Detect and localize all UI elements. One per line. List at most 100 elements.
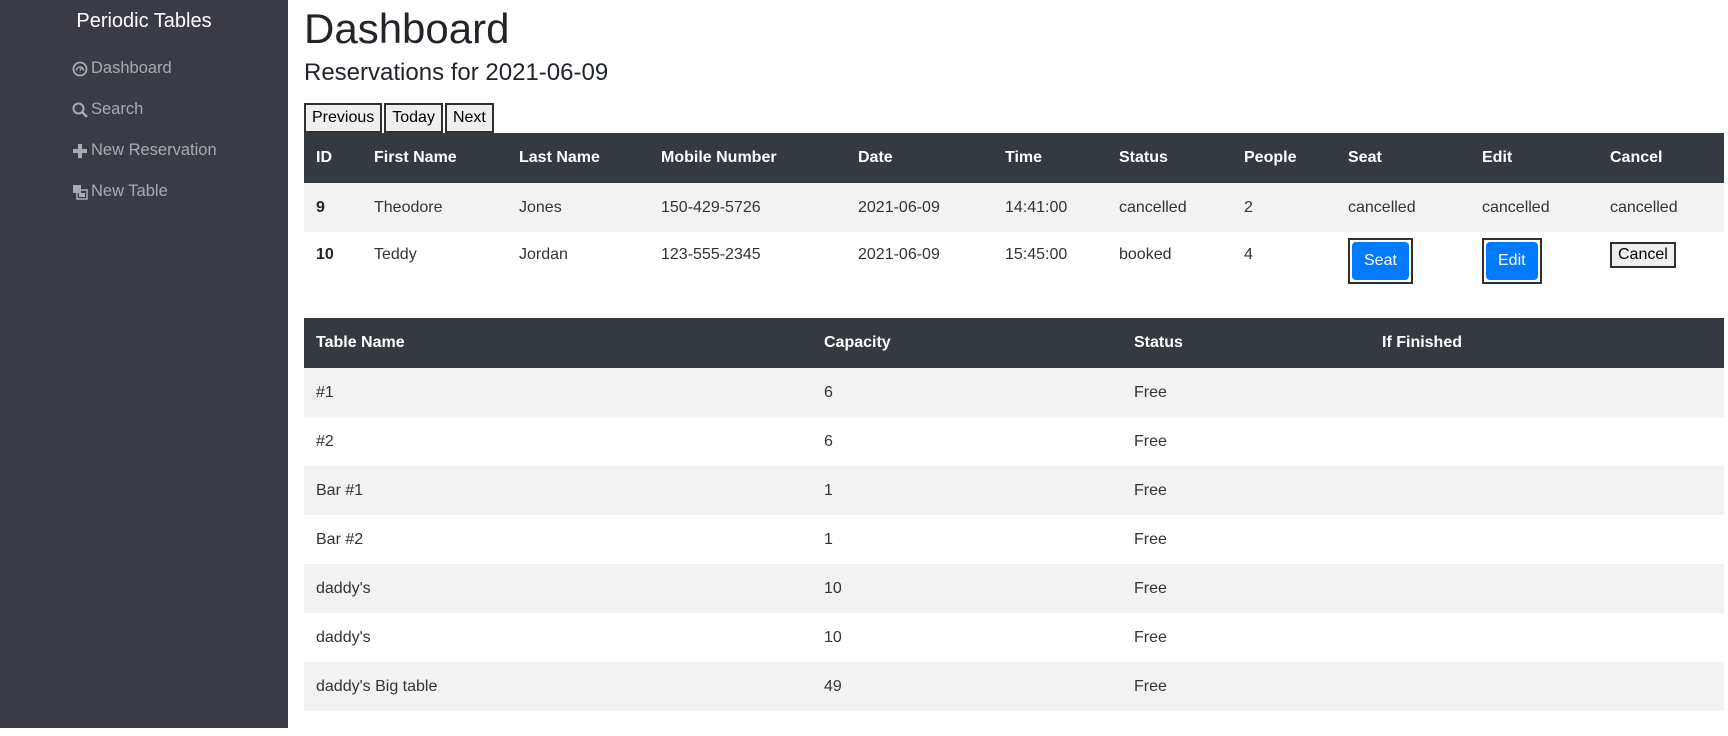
sidebar-item-new-table[interactable]: New Table [72,171,217,212]
first-name: Theodore [362,183,507,232]
sidebar-item-label: New Reservation [91,141,217,159]
cancel-cell: Cancel [1598,232,1724,289]
table-name: daddy's [304,564,812,613]
if-finished-cell [1370,368,1724,417]
table-capacity: 6 [824,432,833,450]
table-name: #2 [316,432,334,450]
column-header: If Finished [1370,318,1724,368]
reservation-date: 2021-06-09 [846,183,993,232]
reservation-date: 2021-06-09 [858,246,940,263]
page-title: Dashboard [304,5,510,52]
last-name: Jones [507,183,649,232]
sidebar: Periodic Tables Dashboard Search New Res… [0,0,288,728]
seat-cell: cancelled [1336,183,1470,232]
table-header-row: ID First Name Last Name Mobile Number Da… [304,133,1724,183]
table-status: Free [1122,564,1370,613]
column-header: Time [993,133,1107,183]
if-finished-cell [1370,662,1724,711]
reservation-status: cancelled [1107,183,1232,232]
table-icon [73,184,88,200]
reservation-time: 15:45:00 [1005,246,1068,263]
table-row: daddy's 10 Free [304,564,1724,613]
column-header: Table Name [304,318,812,368]
reservation-id: 10 [316,246,334,263]
table-status: Free [1122,662,1370,711]
cancel-reservation-button[interactable]: Cancel [1610,242,1676,268]
cancel-cell: cancelled [1598,183,1724,232]
if-finished-cell [1370,417,1724,466]
mobile-number: 123-555-2345 [661,246,761,263]
table-name: daddy's [316,628,371,646]
edit-button-frame: Edit [1482,238,1542,284]
table-capacity: 49 [812,662,1122,711]
table-capacity: 10 [812,564,1122,613]
table-capacity: 6 [812,368,1122,417]
sidebar-item-new-reservation[interactable]: New Reservation [72,130,217,171]
dashboard-icon [72,61,88,76]
today-button[interactable]: Today [384,103,443,133]
people-count: 2 [1232,183,1336,232]
if-finished-cell [1370,515,1724,564]
table-name: daddy's Big table [304,662,812,711]
search-icon [72,102,88,118]
date-navigation: Previous Today Next [304,103,496,133]
column-header: Last Name [507,133,649,183]
reservation-id: 9 [304,183,362,232]
table-capacity: 1 [824,530,833,548]
table-row: daddy's Big table 49 Free [304,662,1724,711]
table-status: Free [1134,628,1167,646]
table-name: Bar #1 [304,466,812,515]
seat-button[interactable]: Seat [1352,242,1409,280]
column-header: Edit [1470,133,1598,183]
seat-button-frame: Seat [1348,238,1413,284]
last-name: Jordan [519,246,568,263]
if-finished-cell [1370,564,1724,613]
table-row: 9 Theodore Jones 150-429-5726 2021-06-09… [304,183,1724,232]
sidebar-item-dashboard[interactable]: Dashboard [72,48,217,89]
edit-cell: Edit [1470,232,1598,289]
table-row: #1 6 Free [304,368,1724,417]
if-finished-cell [1370,613,1724,662]
mobile-number: 150-429-5726 [649,183,846,232]
column-header: First Name [362,133,507,183]
table-row: 10 Teddy Jordan 123-555-2345 2021-06-09 … [304,232,1724,289]
sidebar-item-label: Search [91,100,144,118]
reservations-date-heading: Reservations for 2021-06-09 [304,59,609,86]
table-row: Bar #2 1 Free [304,515,1724,564]
people-count: 4 [1244,246,1253,263]
tables-table: Table Name Capacity Status If Finished #… [304,318,1724,711]
next-day-button[interactable]: Next [444,103,494,133]
edit-cell: cancelled [1470,183,1598,232]
reservation-status: booked [1119,246,1172,263]
sidebar-item-label: Dashboard [91,59,172,77]
column-header: ID [304,133,362,183]
reservation-time: 14:41:00 [993,183,1107,232]
reservations-table: ID First Name Last Name Mobile Number Da… [304,133,1724,289]
table-header-row: Table Name Capacity Status If Finished [304,318,1724,368]
sidebar-item-search[interactable]: Search [72,89,217,130]
seat-cell: Seat [1336,232,1470,289]
first-name: Teddy [374,246,417,263]
table-status: Free [1134,530,1167,548]
table-row: Bar #1 1 Free [304,466,1724,515]
table-capacity: 10 [824,628,842,646]
brand-title[interactable]: Periodic Tables [0,8,288,34]
column-header: Capacity [812,318,1122,368]
table-status: Free [1122,466,1370,515]
column-header: Status [1107,133,1232,183]
table-status: Free [1134,432,1167,450]
table-capacity: 1 [812,466,1122,515]
edit-button[interactable]: Edit [1486,242,1538,280]
table-name: Bar #2 [316,530,364,548]
column-header: People [1232,133,1336,183]
sidebar-item-label: New Table [91,182,168,200]
column-header: Cancel [1598,133,1724,183]
table-row: daddy's 10 Free [304,613,1724,662]
column-header: Date [846,133,993,183]
sidebar-nav: Dashboard Search New Reservation New Tab… [72,48,217,212]
table-name: #1 [304,368,812,417]
column-header: Mobile Number [649,133,846,183]
previous-day-button[interactable]: Previous [304,103,383,133]
column-header: Status [1122,318,1370,368]
if-finished-cell [1370,466,1724,515]
